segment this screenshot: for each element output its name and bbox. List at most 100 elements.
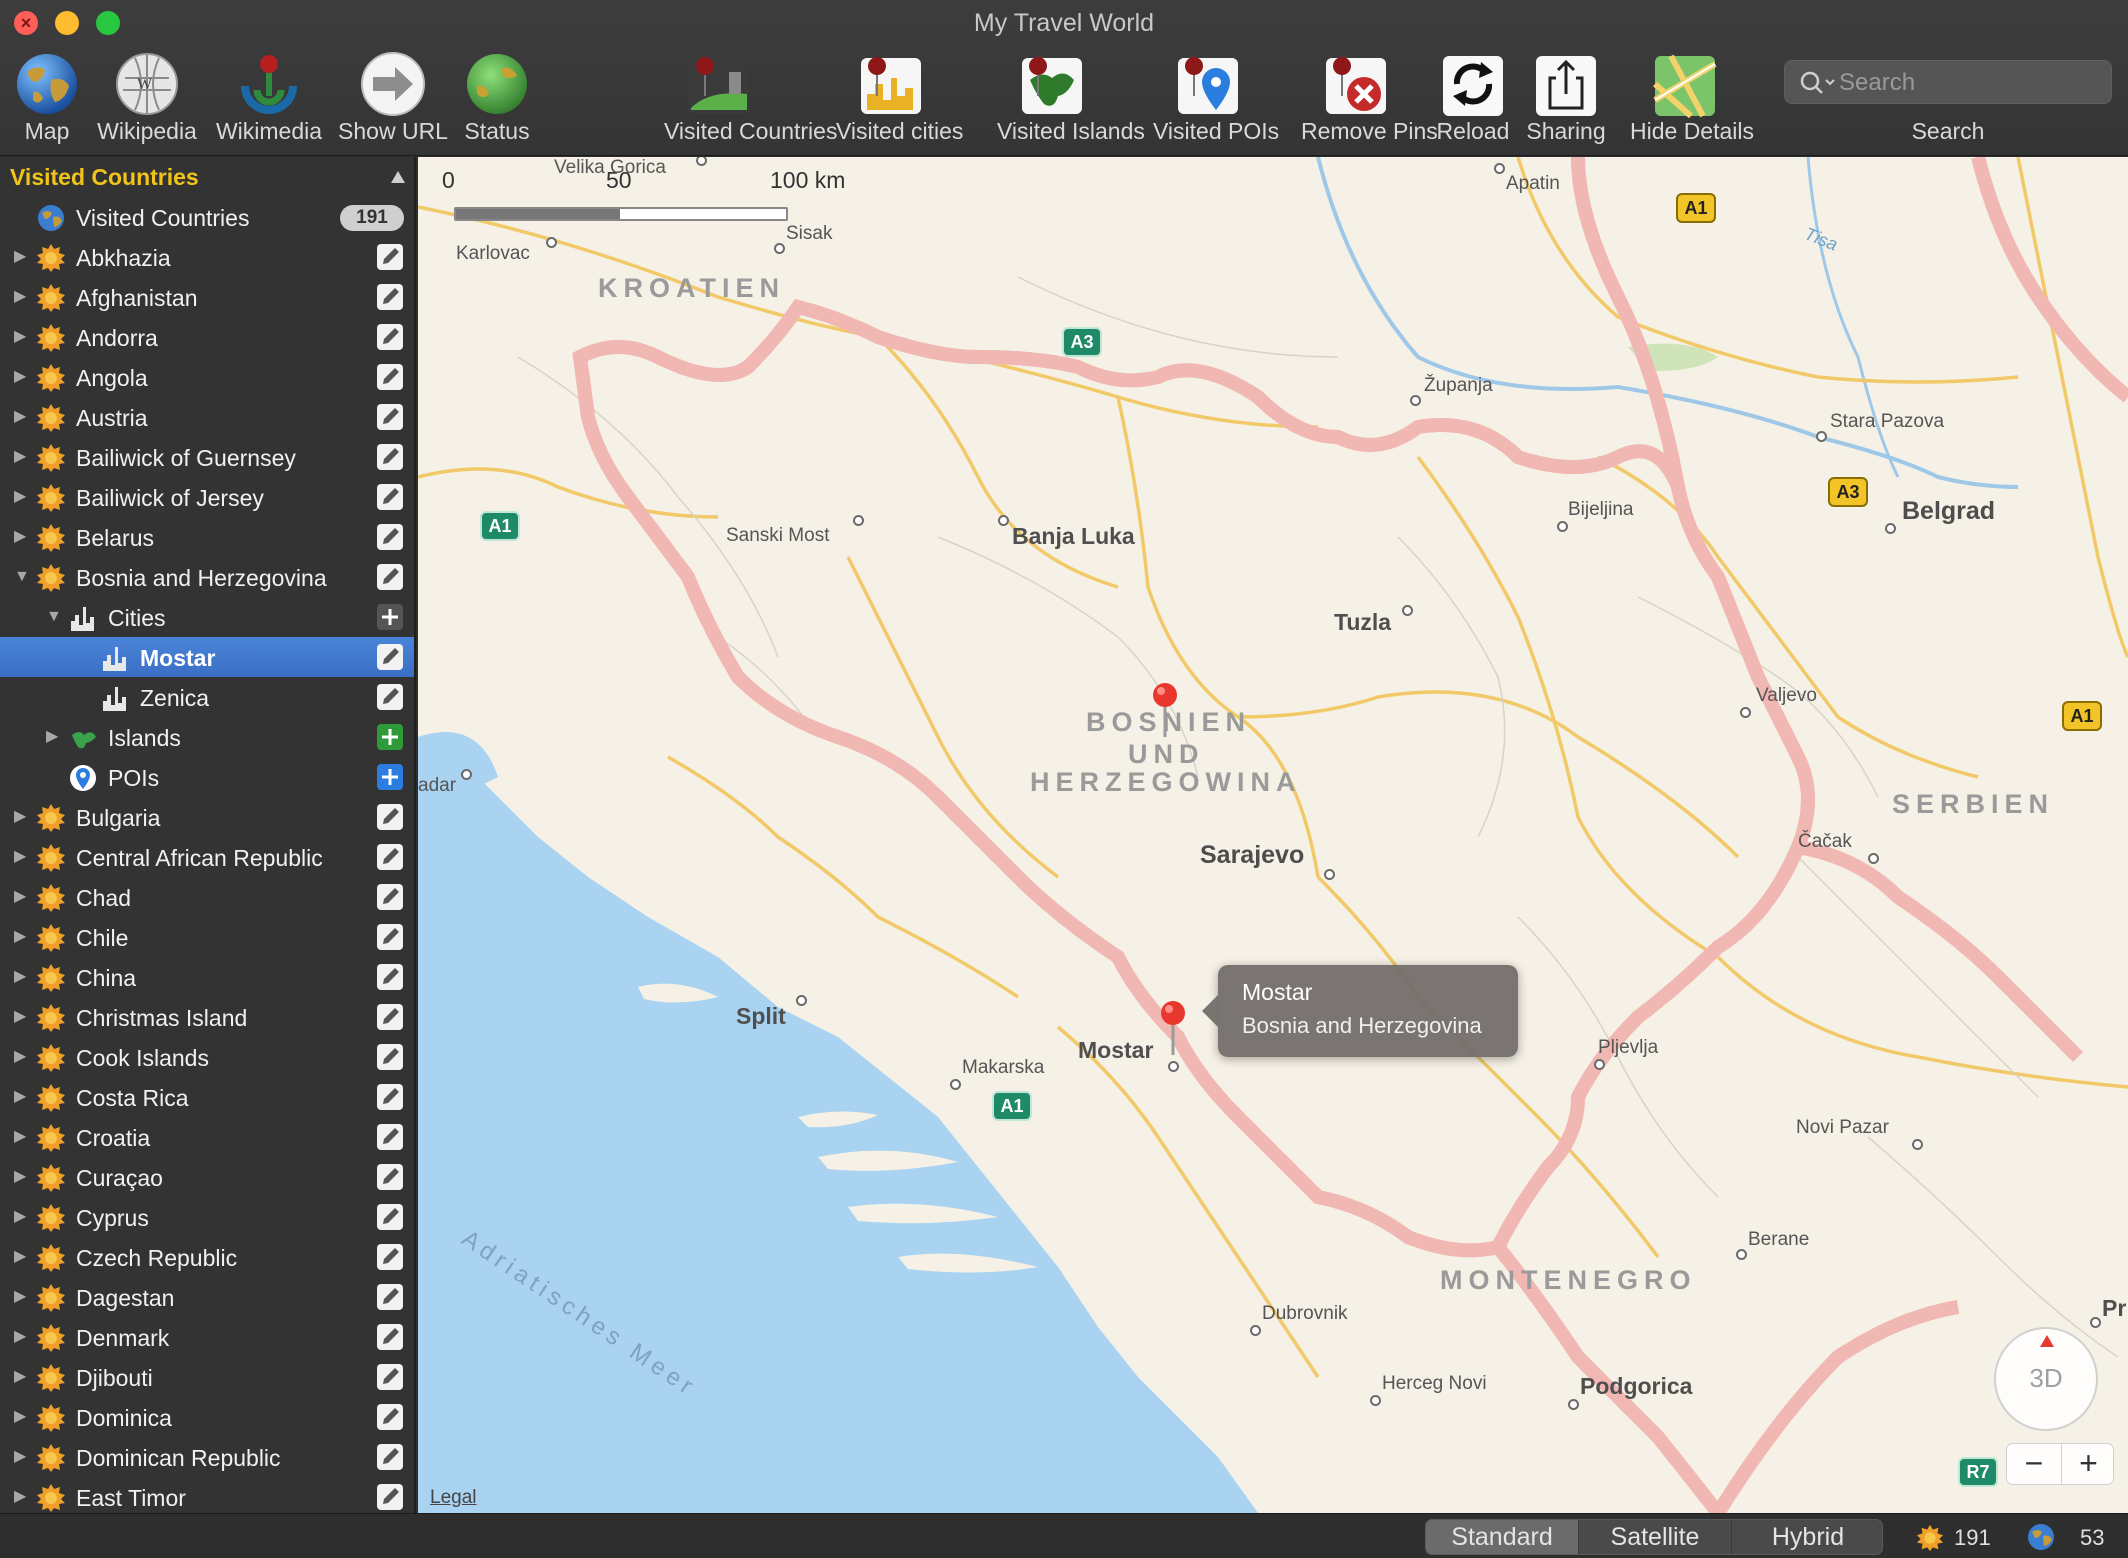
edit-icon[interactable] <box>376 683 404 711</box>
disclosure-closed-icon[interactable]: ▶ <box>14 287 32 307</box>
disclosure-closed-icon[interactable]: ▶ <box>14 807 32 827</box>
legal-link[interactable]: Legal <box>430 1487 477 1509</box>
disclosure-closed-icon[interactable]: ▶ <box>14 447 32 467</box>
edit-icon[interactable] <box>376 843 404 871</box>
disclosure-closed-icon[interactable]: ▶ <box>14 487 32 507</box>
disclosure-closed-icon[interactable]: ▶ <box>14 1047 32 1067</box>
country-row[interactable]: ▶ Bailiwick of Guernsey <box>0 437 414 477</box>
disclosure-closed-icon[interactable]: ▶ <box>14 1247 32 1267</box>
disclosure-closed-icon[interactable]: ▶ <box>14 1207 32 1227</box>
edit-icon[interactable] <box>376 1483 404 1511</box>
edit-icon[interactable] <box>376 1403 404 1431</box>
edit-icon[interactable] <box>376 963 404 991</box>
edit-icon[interactable] <box>376 283 404 311</box>
disclosure-open-icon[interactable]: ▼ <box>14 567 32 587</box>
edit-icon[interactable] <box>376 1323 404 1351</box>
visited-islands-tool-button[interactable]: Visited Islands <box>997 44 1145 152</box>
zoom-out-button[interactable]: − <box>2007 1444 2061 1484</box>
map-type-hybrid-button[interactable]: Hybrid <box>1731 1520 1882 1554</box>
country-row[interactable]: ▶ Bulgaria <box>0 797 414 837</box>
edit-icon[interactable] <box>376 403 404 431</box>
disclosure-closed-icon[interactable]: ▶ <box>14 327 32 347</box>
search-field[interactable] <box>1784 60 2112 104</box>
country-row[interactable]: ▶ East Timor <box>0 1477 414 1513</box>
edit-icon[interactable] <box>376 1203 404 1231</box>
country-row[interactable]: ▶ Chile <box>0 917 414 957</box>
country-row[interactable]: ▶ Czech Republic <box>0 1237 414 1277</box>
country-row[interactable]: ▶ Christmas Island <box>0 997 414 1037</box>
edit-icon[interactable] <box>376 1363 404 1391</box>
visited-cities-tool-button[interactable]: Visited cities <box>836 44 963 152</box>
country-row[interactable]: ▶ Central African Republic <box>0 837 414 877</box>
edit-icon[interactable] <box>376 483 404 511</box>
edit-icon[interactable] <box>376 1003 404 1031</box>
disclosure-closed-icon[interactable]: ▶ <box>14 1327 32 1347</box>
hide-details-tool-button[interactable]: Hide Details <box>1630 44 1754 152</box>
show-url-tool-button[interactable]: Show URL <box>338 44 448 152</box>
country-row[interactable]: ▶ Dominica <box>0 1397 414 1437</box>
reload-tool-button[interactable]: Reload <box>1437 44 1509 152</box>
collapse-triangle-icon[interactable] <box>388 167 408 187</box>
country-row[interactable]: ▶ Belarus <box>0 517 414 557</box>
edit-icon[interactable] <box>376 643 404 671</box>
edit-icon[interactable] <box>376 443 404 471</box>
remove-pins-tool-button[interactable]: Remove Pins <box>1301 44 1438 152</box>
country-row[interactable]: ▶ Denmark <box>0 1317 414 1357</box>
map-tool-button[interactable]: Map <box>12 44 82 152</box>
disclosure-closed-icon[interactable]: ▶ <box>14 407 32 427</box>
status-tool-button[interactable]: Status <box>462 44 532 152</box>
disclosure-closed-icon[interactable]: ▶ <box>14 1007 32 1027</box>
disclosure-closed-icon[interactable]: ▶ <box>14 1407 32 1427</box>
disclosure-closed-icon[interactable]: ▶ <box>14 847 32 867</box>
disclosure-closed-icon[interactable]: ▶ <box>14 927 32 947</box>
country-row[interactable]: ▶ Austria <box>0 397 414 437</box>
wikipedia-tool-button[interactable]: W Wikipedia <box>97 44 197 152</box>
cities-group-row[interactable]: ▼ Cities <box>0 597 414 637</box>
compass-3d-button[interactable]: 3D <box>1994 1327 2098 1431</box>
disclosure-closed-icon[interactable]: ▶ <box>14 1167 32 1187</box>
country-row[interactable]: ▶ Andorra <box>0 317 414 357</box>
sharing-tool-button[interactable]: Sharing <box>1526 44 1606 152</box>
country-row[interactable]: ▶ Cook Islands <box>0 1037 414 1077</box>
visited-countries-tool-button[interactable]: Visited Countries <box>664 44 837 152</box>
edit-icon[interactable] <box>376 1043 404 1071</box>
country-row[interactable]: ▶ China <box>0 957 414 997</box>
visited-pois-tool-button[interactable]: Visited POIs <box>1153 44 1279 152</box>
search-input[interactable] <box>1839 67 2099 99</box>
country-row[interactable]: ▶ Dominican Republic <box>0 1437 414 1477</box>
edit-icon[interactable] <box>376 323 404 351</box>
disclosure-closed-icon[interactable]: ▶ <box>14 887 32 907</box>
map-view[interactable]: 0 50 100 km KROATIEN BOSNIEN UND HERZEGO… <box>418 157 2128 1513</box>
disclosure-closed-icon[interactable]: ▶ <box>14 247 32 267</box>
disclosure-closed-icon[interactable]: ▶ <box>46 727 64 747</box>
map-type-satellite-button[interactable]: Satellite <box>1578 1520 1731 1554</box>
edit-icon[interactable] <box>376 1083 404 1111</box>
add-icon[interactable] <box>376 723 404 751</box>
zoom-in-button[interactable]: + <box>2061 1444 2115 1484</box>
map-pin-zenica[interactable] <box>1150 681 1180 741</box>
disclosure-closed-icon[interactable]: ▶ <box>14 1287 32 1307</box>
country-row[interactable]: ▶ Chad <box>0 877 414 917</box>
islands-group-row[interactable]: ▶ Islands <box>0 717 414 757</box>
city-row[interactable]: Mostar <box>0 637 414 677</box>
edit-icon[interactable] <box>376 1123 404 1151</box>
country-row[interactable]: ▶ Costa Rica <box>0 1077 414 1117</box>
edit-icon[interactable] <box>376 523 404 551</box>
disclosure-closed-icon[interactable]: ▶ <box>14 367 32 387</box>
add-icon[interactable] <box>376 603 404 631</box>
edit-icon[interactable] <box>376 1243 404 1271</box>
disclosure-closed-icon[interactable]: ▶ <box>14 527 32 547</box>
edit-icon[interactable] <box>376 243 404 271</box>
country-row[interactable]: ▶ Dagestan <box>0 1277 414 1317</box>
edit-icon[interactable] <box>376 1443 404 1471</box>
country-row[interactable]: ▶ Afghanistan <box>0 277 414 317</box>
map-type-standard-button[interactable]: Standard <box>1426 1520 1578 1554</box>
country-row-expanded[interactable]: ▼ Bosnia and Herzegovina <box>0 557 414 597</box>
country-row[interactable]: ▶ Bailiwick of Jersey <box>0 477 414 517</box>
country-row[interactable]: ▶ Cyprus <box>0 1197 414 1237</box>
disclosure-closed-icon[interactable]: ▶ <box>14 1447 32 1467</box>
disclosure-open-icon[interactable]: ▼ <box>46 607 64 627</box>
add-icon[interactable] <box>376 763 404 791</box>
map-pin-mostar[interactable] <box>1158 999 1188 1059</box>
disclosure-closed-icon[interactable]: ▶ <box>14 1087 32 1107</box>
